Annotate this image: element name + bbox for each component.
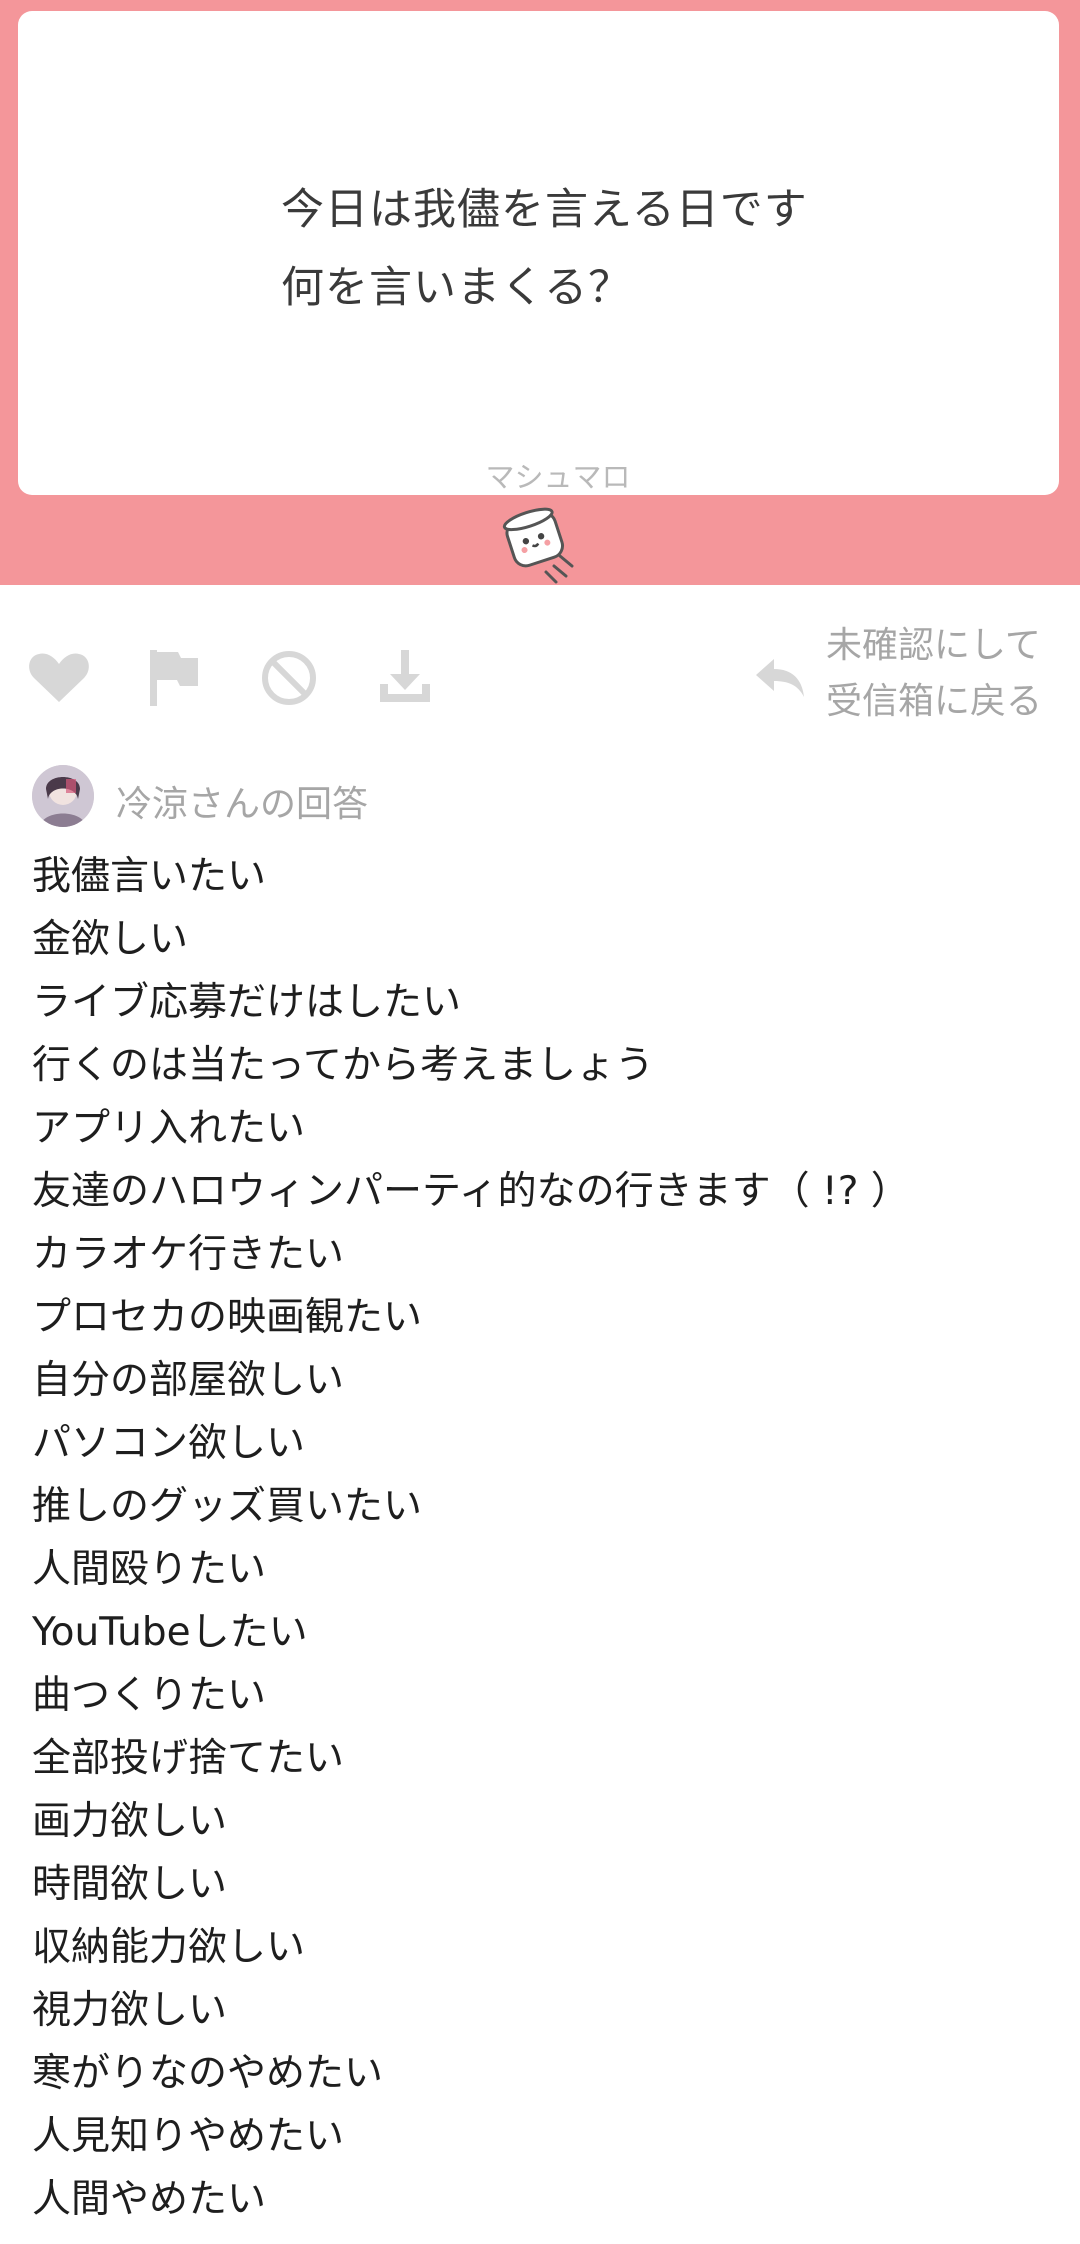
question-text: 今日は我儘を言える日です 何を言いまくる？ — [281, 171, 1041, 327]
question-banner: 今日は我儘を言える日です 何を言いまくる？ マシュマロ — [0, 0, 1080, 585]
reply-arrow-icon — [748, 645, 812, 709]
brand-label: マシュマロ — [485, 460, 631, 494]
heart-icon[interactable] — [24, 642, 94, 712]
answer-line: 人見知りやめたい — [32, 2114, 345, 2159]
answer-line: 時間欲しい — [32, 1862, 228, 1907]
answer-line: プロセカの映画観たい — [32, 1295, 423, 1340]
answer-line: パソコン欲しい — [32, 1421, 306, 1466]
answer-line: カラオケ行きたい — [32, 1232, 345, 1277]
question-line: 何を言いまくる？ — [281, 263, 633, 313]
answer-line: 全部投げ捨てたい — [32, 1736, 345, 1781]
back-label-line: 未確認にして — [826, 625, 1041, 666]
question-line: 今日は我儘を言える日です — [281, 185, 808, 235]
answer-line: ライブ応募だけはしたい — [32, 980, 462, 1025]
marshmallow-mascot-icon — [496, 500, 588, 592]
answerer-label: 冷涼さんの回答 — [116, 784, 369, 825]
answer-line: 金欲しい — [32, 917, 189, 962]
answer-list: 我儘言いたい 金欲しい ライブ応募だけはしたい 行くのは当たってから考えましょう… — [32, 845, 1072, 2231]
answer-line: アプリ入れたい — [32, 1106, 306, 1151]
question-card: 今日は我儘を言える日です 何を言いまくる？ マシュマロ — [18, 11, 1059, 495]
answer-line: 画力欲しい — [32, 1799, 228, 1844]
answer-line: 推しのグッズ買いたい — [32, 1484, 423, 1529]
answer-line: 曲つくりたい — [32, 1673, 267, 1718]
flag-icon[interactable] — [138, 642, 208, 712]
answer-line: 我儘言いたい — [32, 854, 267, 899]
back-label-line: 受信箱に戻る — [826, 681, 1043, 722]
block-icon[interactable] — [254, 642, 324, 712]
answer-line: 人間殴りたい — [32, 1547, 267, 1592]
back-to-inbox-button[interactable]: 未確認にして 受信箱に戻る — [748, 610, 1068, 740]
download-icon[interactable] — [370, 642, 440, 712]
answer-line: 視力欲しい — [32, 1988, 228, 2033]
answer-line: YouTubeしたい — [32, 1610, 308, 1655]
answer-line: 人間やめたい — [32, 2177, 267, 2222]
avatar[interactable] — [32, 765, 94, 827]
answer-line: 友達のハロウィンパーティ的なの行きます（ !? ） — [32, 1169, 910, 1214]
answer-line: 行くのは当たってから考えましょう — [32, 1043, 655, 1088]
action-bar: 未確認にして 受信箱に戻る — [0, 610, 1080, 740]
answer-line: 収納能力欲しい — [32, 1925, 306, 1970]
answer-line: 寒がりなのやめたい — [32, 2051, 384, 2096]
answer-line: 自分の部屋欲しい — [32, 1358, 345, 1403]
